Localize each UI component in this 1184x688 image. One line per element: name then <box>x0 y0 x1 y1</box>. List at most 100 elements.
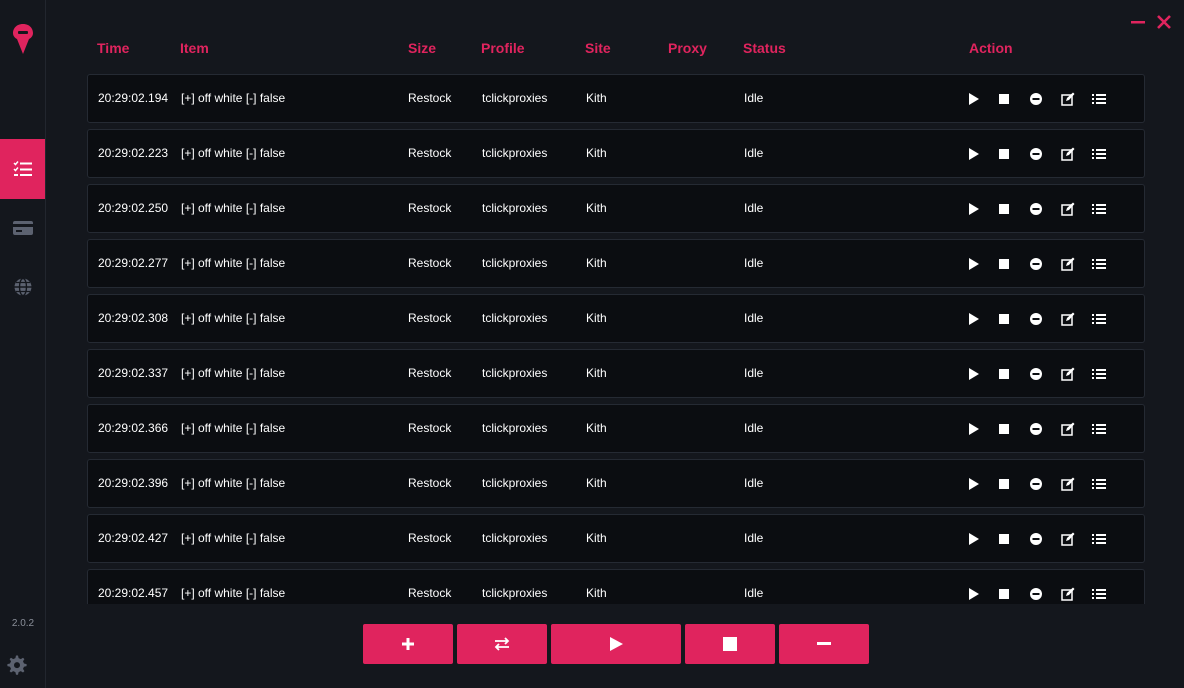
task-log-button[interactable] <box>1092 531 1123 547</box>
start-task-button[interactable] <box>968 421 999 437</box>
tasks-list-icon <box>12 161 32 176</box>
delete-task-button[interactable] <box>1030 476 1061 492</box>
stop-task-button[interactable] <box>999 91 1030 107</box>
start-task-button[interactable] <box>968 586 999 602</box>
cell-site: Kith <box>586 531 607 545</box>
table-row[interactable]: 20:29:02.194 [+] off white [-] false Resto… <box>87 74 1145 123</box>
table-row[interactable]: 20:29:02.396 [+] off white [-] false Resto… <box>87 459 1145 508</box>
table-row[interactable]: 20:29:02.427 [+] off white [-] false Resto… <box>87 514 1145 563</box>
edit-task-button[interactable] <box>1061 311 1092 327</box>
delete-task-button[interactable] <box>1030 366 1061 382</box>
table-row[interactable]: 20:29:02.308 [+] off white [-] false Resto… <box>87 294 1145 343</box>
edit-task-button[interactable] <box>1061 366 1092 382</box>
start-task-button[interactable] <box>968 366 999 382</box>
play-icon <box>969 588 979 600</box>
edit-task-button[interactable] <box>1061 421 1092 437</box>
stop-task-button[interactable] <box>999 531 1030 547</box>
edit-task-button[interactable] <box>1061 586 1092 602</box>
stop-all-button[interactable] <box>685 624 775 664</box>
cell-site: Kith <box>586 256 607 270</box>
cell-profile: tclickproxies <box>482 476 548 490</box>
cell-item: [+] off white [-] false <box>181 586 286 600</box>
delete-task-button[interactable] <box>1030 201 1061 217</box>
task-log-button[interactable] <box>1092 476 1123 492</box>
stop-task-button[interactable] <box>999 146 1030 162</box>
task-log-button[interactable] <box>1092 421 1123 437</box>
task-log-button[interactable] <box>1092 256 1123 272</box>
edit-task-button[interactable] <box>1061 531 1092 547</box>
table-row[interactable]: 20:29:02.250 [+] off white [-] false Resto… <box>87 184 1145 233</box>
cell-status: Idle <box>744 311 764 325</box>
start-task-button[interactable] <box>968 146 999 162</box>
delete-task-button[interactable] <box>1030 146 1061 162</box>
stop-task-button[interactable] <box>999 586 1030 602</box>
play-icon <box>969 368 979 380</box>
start-task-button[interactable] <box>968 91 999 107</box>
table-row[interactable]: 20:29:02.457 [+] off white [-] false Resto… <box>87 569 1145 604</box>
edit-task-button[interactable] <box>1061 91 1092 107</box>
table-row[interactable]: 20:29:02.366 [+] off white [-] false Resto… <box>87 404 1145 453</box>
start-task-button[interactable] <box>968 476 999 492</box>
table-row[interactable]: 20:29:02.277 [+] off white [-] false Resto… <box>87 239 1145 288</box>
start-task-button[interactable] <box>968 311 999 327</box>
row-actions <box>968 366 1123 382</box>
swap-arrows-icon <box>494 637 510 651</box>
start-task-button[interactable] <box>968 531 999 547</box>
delete-task-button[interactable] <box>1030 421 1061 437</box>
minimize-button[interactable] <box>1130 14 1146 30</box>
stop-task-button[interactable] <box>999 201 1030 217</box>
delete-task-button[interactable] <box>1030 531 1061 547</box>
stop-icon <box>999 204 1009 214</box>
edit-task-button[interactable] <box>1061 256 1092 272</box>
stop-task-button[interactable] <box>999 366 1030 382</box>
play-icon <box>969 423 979 435</box>
cell-size: Restock <box>408 421 452 435</box>
row-actions <box>968 146 1123 162</box>
close-button[interactable] <box>1156 14 1172 30</box>
globe-icon <box>14 277 31 297</box>
edit-icon <box>1061 92 1075 106</box>
stop-task-button[interactable] <box>999 476 1030 492</box>
remove-icon <box>1030 533 1042 545</box>
delete-all-button[interactable] <box>779 624 869 664</box>
remove-icon <box>1030 93 1042 105</box>
edit-task-button[interactable] <box>1061 146 1092 162</box>
row-actions <box>968 256 1123 272</box>
details-list-icon <box>1092 314 1106 324</box>
delete-task-button[interactable] <box>1030 256 1061 272</box>
delete-task-button[interactable] <box>1030 311 1061 327</box>
add-task-button[interactable] <box>363 624 453 664</box>
play-icon <box>969 258 979 270</box>
cell-size: Restock <box>408 366 452 380</box>
table-row[interactable]: 20:29:02.223 [+] off white [-] false Resto… <box>87 129 1145 178</box>
start-all-button[interactable] <box>551 624 681 664</box>
stop-task-button[interactable] <box>999 421 1030 437</box>
start-task-button[interactable] <box>968 256 999 272</box>
stop-task-button[interactable] <box>999 256 1030 272</box>
start-task-button[interactable] <box>968 201 999 217</box>
edit-task-button[interactable] <box>1061 201 1092 217</box>
cell-profile: tclickproxies <box>482 311 548 325</box>
sidebar-item-proxies[interactable] <box>0 257 45 317</box>
task-log-button[interactable] <box>1092 201 1123 217</box>
details-list-icon <box>1092 204 1106 214</box>
gear-icon[interactable] <box>6 655 28 677</box>
task-log-button[interactable] <box>1092 146 1123 162</box>
swap-button[interactable] <box>457 624 547 664</box>
cell-size: Restock <box>408 476 452 490</box>
cell-profile: tclickproxies <box>482 146 548 160</box>
task-log-button[interactable] <box>1092 586 1123 602</box>
sidebar-item-billing[interactable] <box>0 198 45 258</box>
edit-icon <box>1061 147 1075 161</box>
task-log-button[interactable] <box>1092 366 1123 382</box>
edit-task-button[interactable] <box>1061 476 1092 492</box>
delete-task-button[interactable] <box>1030 91 1061 107</box>
task-log-button[interactable] <box>1092 311 1123 327</box>
stop-task-button[interactable] <box>999 311 1030 327</box>
header-size: Size <box>408 40 437 56</box>
sidebar-item-tasks[interactable] <box>0 139 45 199</box>
task-log-button[interactable] <box>1092 91 1123 107</box>
table-row[interactable]: 20:29:02.337 [+] off white [-] false Resto… <box>87 349 1145 398</box>
delete-task-button[interactable] <box>1030 586 1061 602</box>
edit-icon <box>1061 312 1075 326</box>
